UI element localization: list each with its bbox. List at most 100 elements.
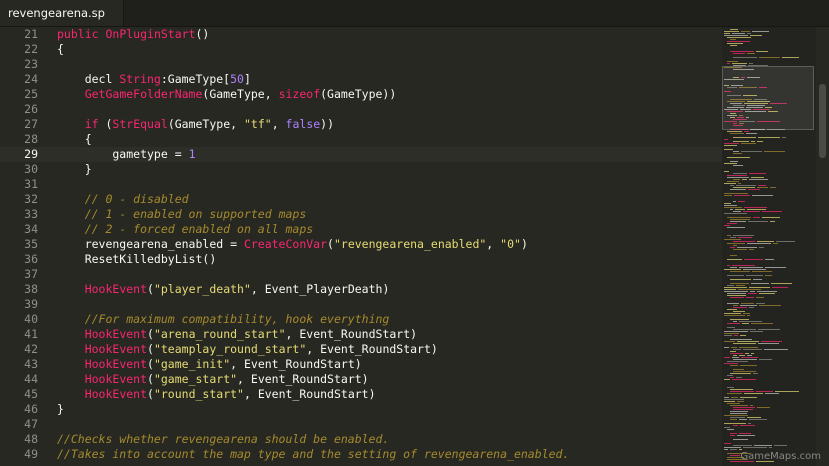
minimap-line — [747, 33, 751, 34]
line-number: 38 — [24, 282, 38, 296]
minimap-line — [727, 227, 745, 228]
minimap-line — [773, 243, 778, 244]
minimap-line — [748, 293, 757, 294]
code-line[interactable]: } — [57, 402, 722, 417]
scrollbar-thumb[interactable] — [819, 84, 826, 158]
code-line[interactable]: //Takes into account the map type and th… — [57, 447, 722, 462]
code-line[interactable]: { — [57, 132, 722, 147]
code-line[interactable]: if (StrEqual(GameType, "tf", false)) — [57, 117, 722, 132]
tab-revengearena[interactable]: revengearena.sp — [0, 0, 124, 26]
minimap-line — [759, 247, 764, 248]
minimap-line — [727, 181, 739, 182]
code-line[interactable]: public OnPluginStart() — [57, 27, 722, 42]
minimap-line — [761, 341, 782, 342]
minimap-line — [764, 151, 785, 152]
minimap-line — [738, 183, 741, 184]
minimap-line — [727, 175, 747, 176]
minimap-line — [754, 445, 772, 446]
minimap-line — [724, 447, 741, 448]
minimap-line — [753, 279, 762, 280]
minimap-line — [727, 131, 742, 132]
minimap-line — [749, 419, 767, 420]
code-line[interactable]: HookEvent("game_start", Event_RoundStart… — [57, 372, 722, 387]
code-line[interactable]: HookEvent("game_init", Event_RoundStart) — [57, 357, 722, 372]
line-number: 28 — [24, 132, 38, 146]
minimap-line — [724, 269, 741, 270]
minimap-viewport[interactable] — [722, 66, 814, 130]
minimap-line — [730, 373, 751, 374]
minimap-line — [724, 183, 736, 184]
minimap-line — [751, 141, 755, 142]
minimap-line — [746, 275, 763, 276]
minimap[interactable] — [722, 27, 816, 466]
code-line[interactable]: // 1 - enabled on supported maps — [57, 207, 722, 222]
minimap-line — [743, 447, 767, 448]
minimap-line — [733, 235, 754, 236]
minimap-line — [724, 333, 739, 334]
minimap-line — [733, 409, 753, 410]
line-number: 44 — [24, 372, 38, 386]
code-line[interactable]: } — [57, 162, 722, 177]
minimap-line — [730, 391, 754, 392]
code-line[interactable]: HookEvent("teamplay_round_start", Event_… — [57, 342, 722, 357]
minimap-line — [724, 341, 735, 342]
minimap-line — [759, 293, 775, 294]
code-line[interactable] — [57, 417, 722, 432]
minimap-line — [751, 177, 764, 178]
code-line[interactable]: HookEvent("arena_round_start", Event_Rou… — [57, 327, 722, 342]
code-line[interactable]: revengearena_enabled = CreateConVar("rev… — [57, 237, 722, 252]
code-line[interactable]: // 2 - forced enabled on all maps — [57, 222, 722, 237]
minimap-line — [730, 319, 749, 320]
line-number: 36 — [24, 252, 38, 266]
code-line[interactable] — [57, 177, 722, 192]
minimap-line — [730, 283, 749, 284]
code-line[interactable] — [57, 102, 722, 117]
minimap-line — [782, 57, 799, 58]
code-line[interactable] — [57, 57, 722, 72]
minimap-line — [737, 401, 744, 402]
minimap-line — [724, 225, 730, 226]
minimap-line — [730, 297, 744, 298]
minimap-line — [727, 223, 737, 224]
code-line[interactable]: decl String:GameType[50] — [57, 72, 722, 87]
code-line[interactable]: { — [57, 42, 722, 57]
code-line[interactable]: ResetKilledbyList() — [57, 252, 722, 267]
minimap-line — [727, 43, 743, 44]
vertical-scrollbar[interactable] — [816, 27, 829, 466]
minimap-line — [753, 217, 760, 218]
minimap-line — [748, 423, 751, 424]
minimap-line — [724, 449, 728, 450]
code-line[interactable]: GetGameFolderName(GameType, sizeof(GameT… — [57, 87, 722, 102]
minimap-line — [762, 217, 780, 218]
minimap-line — [742, 179, 747, 180]
minimap-line — [749, 173, 766, 174]
minimap-line — [739, 449, 742, 450]
code-line[interactable]: HookEvent("round_start", Event_RoundStar… — [57, 387, 722, 402]
minimap-line — [727, 323, 740, 324]
code-line[interactable]: gametype = 1 — [57, 147, 722, 162]
code-editor[interactable]: 21 22 23 24 25 26 27 28 29 30 31 32 33 34 35 36 37 38 39 40… — [0, 27, 722, 466]
code-line[interactable]: //For maximum compatibility, hook everyt… — [57, 312, 722, 327]
line-number: 34 — [24, 222, 38, 236]
line-number: 25 — [24, 87, 38, 101]
code-line[interactable]: //Checks whether revengearena should be … — [57, 432, 722, 447]
code-line[interactable]: HookEvent("player_death", Event_PlayerDe… — [57, 282, 722, 297]
code-line[interactable] — [57, 297, 722, 312]
minimap-line — [752, 31, 769, 32]
minimap-line — [740, 397, 757, 398]
code-line[interactable]: // 0 - disabled — [57, 192, 722, 207]
minimap-line — [742, 323, 749, 324]
minimap-line — [724, 331, 748, 332]
code-text-area[interactable]: public OnPluginStart(){ decl String:Game… — [57, 27, 722, 462]
minimap-line — [756, 51, 768, 52]
minimap-line — [739, 347, 758, 348]
minimap-line — [724, 289, 736, 290]
minimap-line — [749, 249, 754, 250]
minimap-line — [746, 133, 757, 134]
minimap-line — [759, 359, 772, 360]
minimap-line — [727, 309, 737, 310]
minimap-line — [765, 393, 779, 394]
code-line[interactable] — [57, 267, 722, 282]
minimap-line — [733, 211, 741, 212]
minimap-line — [733, 165, 743, 166]
